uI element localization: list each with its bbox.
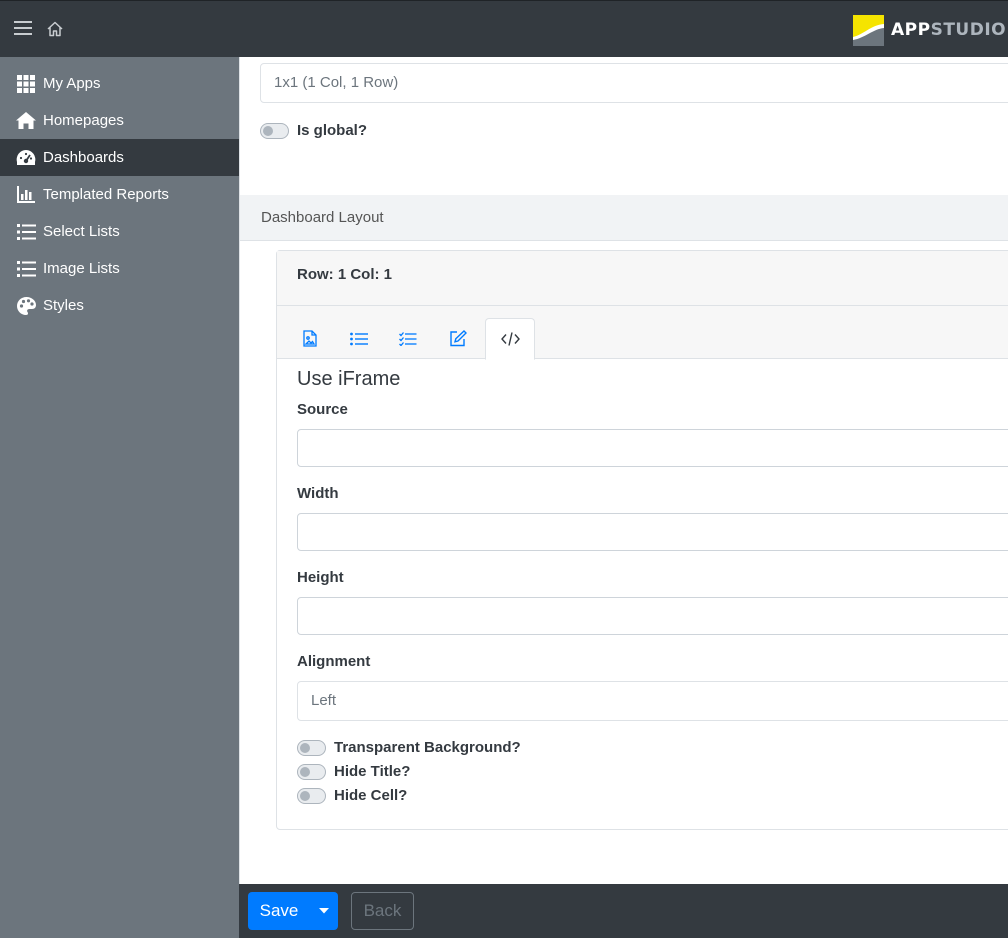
sidebar-item-templated-reports[interactable]: Templated Reports xyxy=(0,176,239,213)
toggle-label: Hide Cell? xyxy=(334,787,408,804)
hide-cell-row: Hide Cell? xyxy=(297,787,407,804)
tab-checklist[interactable] xyxy=(383,318,433,359)
palette-icon xyxy=(16,296,36,315)
dashboard-layout-header: Dashboard Layout xyxy=(240,195,1008,241)
sidebar-item-label: My Apps xyxy=(43,75,101,92)
save-label: Save xyxy=(259,901,299,920)
sidebar-item-label: Templated Reports xyxy=(43,186,169,203)
list-icon xyxy=(350,332,368,345)
save-dropdown-caret-icon[interactable] xyxy=(310,892,338,930)
main-content: 1x1 (1 Col, 1 Row) Is global? Dashboard … xyxy=(239,57,1008,884)
hide-title-row: Hide Title? xyxy=(297,763,410,780)
tab-code[interactable] xyxy=(485,318,535,360)
height-input[interactable] xyxy=(297,597,1008,635)
back-button[interactable]: Back xyxy=(351,892,414,930)
sidebar-item-label: Dashboards xyxy=(43,149,124,166)
gauge-icon xyxy=(16,149,36,167)
save-button[interactable]: Save xyxy=(248,892,338,930)
width-input[interactable] xyxy=(297,513,1008,551)
sidebar: My Apps Homepages Dashboards Templated R… xyxy=(0,57,239,938)
cell-tabs xyxy=(277,306,1008,360)
home-outline-icon[interactable] xyxy=(45,19,65,39)
alignment-label: Alignment xyxy=(297,653,371,670)
sidebar-item-image-lists[interactable]: Image Lists xyxy=(0,250,239,287)
is-global-label: Is global? xyxy=(297,122,368,139)
source-label: Source xyxy=(297,401,348,418)
sidebar-item-my-apps[interactable]: My Apps xyxy=(0,65,239,102)
hamburger-icon[interactable] xyxy=(14,21,32,37)
layout-cell-card: Row: 1 Col: 1 Use iFrame Source Width He… xyxy=(276,250,1008,830)
grid-icon xyxy=(16,74,36,93)
hide-title-toggle[interactable] xyxy=(297,763,326,780)
sidebar-item-select-lists[interactable]: Select Lists xyxy=(0,213,239,250)
transparent-background-row: Transparent Background? xyxy=(297,739,521,756)
toggle-label: Hide Title? xyxy=(334,763,411,780)
list-icon xyxy=(16,260,36,278)
sidebar-item-label: Select Lists xyxy=(43,223,120,240)
is-global-toggle[interactable] xyxy=(260,122,289,139)
sidebar-item-styles[interactable]: Styles xyxy=(0,287,239,324)
alignment-select[interactable]: Left xyxy=(297,681,1008,721)
code-icon xyxy=(500,332,520,346)
footer-bar: Save Back xyxy=(239,884,1008,938)
sidebar-item-label: Homepages xyxy=(43,112,124,129)
hide-cell-toggle[interactable] xyxy=(297,787,326,804)
checklist-icon xyxy=(399,331,417,346)
edit-icon xyxy=(450,330,467,347)
source-input[interactable] xyxy=(297,429,1008,467)
height-label: Height xyxy=(297,569,344,586)
brand-logo[interactable]: APPSTUDIO xyxy=(853,14,1006,46)
tab-list[interactable] xyxy=(334,318,384,359)
toggle-label: Transparent Background? xyxy=(334,739,521,756)
list-icon xyxy=(16,223,36,241)
layout-select[interactable]: 1x1 (1 Col, 1 Row) xyxy=(260,63,1008,103)
tab-image[interactable] xyxy=(285,318,335,359)
width-label: Width xyxy=(297,485,339,502)
tab-edit[interactable] xyxy=(433,318,483,359)
brand-name: APPSTUDIO xyxy=(891,20,1007,40)
sidebar-item-label: Image Lists xyxy=(43,260,120,277)
is-global-row: Is global? xyxy=(260,122,367,139)
section-title: Use iFrame xyxy=(297,368,401,390)
sidebar-item-dashboards[interactable]: Dashboards xyxy=(0,139,239,176)
cell-title: Row: 1 Col: 1 xyxy=(277,251,1008,306)
file-image-icon xyxy=(303,330,317,347)
transparent-background-toggle[interactable] xyxy=(297,739,326,756)
appstudio-logo-icon xyxy=(853,14,884,46)
sidebar-item-label: Styles xyxy=(43,297,84,314)
top-bar: APPSTUDIO xyxy=(0,0,1008,57)
home-icon xyxy=(16,112,36,130)
sidebar-item-homepages[interactable]: Homepages xyxy=(0,102,239,139)
bar-chart-icon xyxy=(16,186,36,204)
